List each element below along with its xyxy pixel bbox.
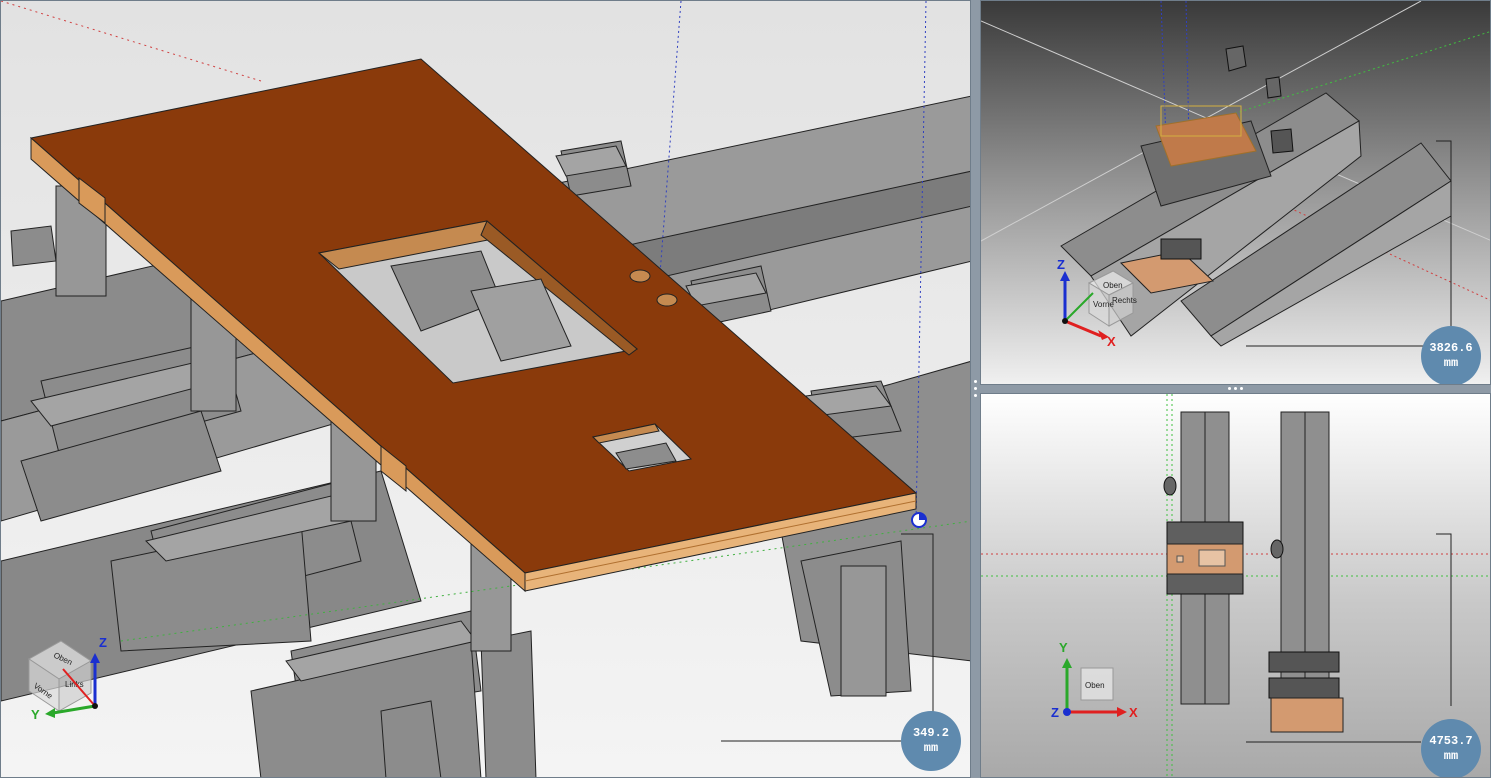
perspective-scene: Vorne Rechts Oben Z X bbox=[981, 1, 1490, 349]
measure-value: 4753.7 bbox=[1429, 734, 1473, 748]
top-view-scene: Oben Y X Z bbox=[981, 394, 1490, 777]
axis-x-label: X bbox=[1107, 334, 1116, 349]
board-hole-1 bbox=[629, 269, 651, 283]
main-scene: Oben Vorne Links Z Y bbox=[1, 1, 970, 777]
measure-value: 3826.6 bbox=[1429, 341, 1473, 355]
axis-z-label: Z bbox=[1057, 257, 1065, 272]
axis-y-label: Y bbox=[1059, 640, 1068, 655]
navigation-cube[interactable]: Oben bbox=[1080, 667, 1114, 701]
measure-badge: 4753.7 mm bbox=[1421, 719, 1481, 777]
measure-unit: mm bbox=[923, 741, 939, 755]
cube-face-top: Oben bbox=[1085, 681, 1105, 690]
board-hole-2 bbox=[656, 293, 678, 307]
axis-z-label: Z bbox=[1051, 705, 1059, 720]
measure-unit: mm bbox=[1443, 356, 1459, 370]
top-view-viewport[interactable]: Oben Y X Z 4753.7 mm bbox=[980, 393, 1491, 778]
dimension-line bbox=[1436, 533, 1452, 706]
pcb-preview-top bbox=[1270, 697, 1344, 733]
axis-z-label: Z bbox=[99, 635, 107, 650]
cube-face-side: Rechts bbox=[1112, 296, 1137, 305]
measure-unit: mm bbox=[1443, 749, 1459, 763]
axis-x-label: X bbox=[1129, 705, 1138, 720]
measure-badge: 3826.6 mm bbox=[1421, 326, 1481, 384]
horizontal-splitter-handle[interactable] bbox=[980, 385, 1491, 393]
measure-value: 349.2 bbox=[912, 726, 949, 740]
cube-face-top: Oben bbox=[1103, 281, 1123, 290]
measure-badge: 349.2 mm bbox=[901, 711, 961, 771]
vertical-splitter-handle[interactable] bbox=[971, 0, 980, 778]
axis-y-label: Y bbox=[31, 707, 40, 722]
x-guide-line bbox=[1, 1, 262, 82]
main-3d-viewport[interactable]: Oben Vorne Links Z Y 349.2 mm bbox=[0, 0, 971, 778]
perspective-viewport[interactable]: Vorne Rechts Oben Z X 3826.6 mm bbox=[980, 0, 1491, 385]
